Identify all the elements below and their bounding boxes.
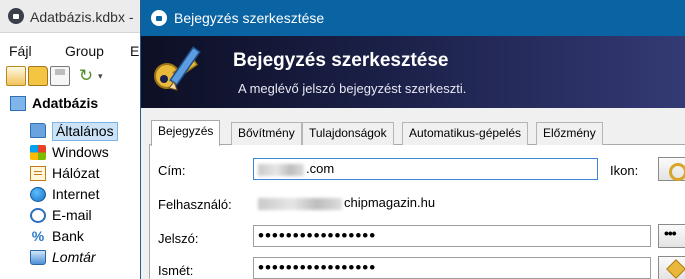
main-window-title: Adatbázis.kdbx - [30,9,134,25]
chevron-down-icon[interactable]: ▾ [98,66,106,86]
sync-icon[interactable]: ↻ [76,66,96,86]
toolbar: ↻ ▾ [0,64,160,90]
repeat-password-label: Ismét: [158,263,194,278]
dialog-title: Bejegyzés szerkesztése [174,10,325,26]
keepass-lock-icon [8,8,24,24]
password-label: Jelszó: [158,231,199,246]
key-pencil-icon [154,46,201,91]
username-value: chipmagazin.hu [344,195,436,210]
tab-entry[interactable]: Bejegyzés [151,120,221,146]
entry-icon-button[interactable] [658,157,685,181]
globe-icon [30,187,46,202]
tree-root-label: Adatbázis [32,95,99,111]
generate-password-button[interactable] [658,256,685,279]
tab-strip: Bejegyzés Bővítmény Tulajdonságok Automa… [149,120,685,146]
repeat-password-value: ••••••••••••••••• [258,258,377,277]
username-field[interactable]: chipmagazin.hu [253,192,685,214]
tree-item-label: Internet [52,186,100,202]
tree-item-label: Lomtár [52,249,96,265]
title-field[interactable]: .com [253,158,598,180]
dialog-banner: Bejegyzés szerkesztése A meglévő jelszó … [141,36,685,108]
save-icon[interactable] [50,66,70,86]
tab-history[interactable]: Előzmény [536,122,603,145]
redacted-text [258,163,304,176]
icon-label: Ikon: [610,163,639,178]
edit-entry-dialog: Bejegyzés szerkesztése Bejegyzés szerkes… [140,0,685,279]
lock-icon [151,10,167,26]
entry-tab-panel: Cím: .com Ikon: Felhasználó: chipmagazin… [149,145,685,279]
dialog-titlebar[interactable]: Bejegyzés szerkesztése [141,0,685,36]
tab-properties[interactable]: Tulajdonságok [302,122,394,145]
tree-item-label: Hálózat [52,165,100,181]
password-field[interactable]: ••••••••••••••••• [253,225,651,247]
new-database-icon[interactable] [6,66,26,86]
redacted-text [258,197,342,210]
menubar: Fájl Group Er [0,40,160,62]
database-folder-icon [10,96,26,111]
tree-item-label: Bank [52,228,84,244]
tree-item-label: Windows [52,144,109,160]
banner-title: Bejegyzés szerkesztése [233,50,449,71]
username-label: Felhasználó: [158,197,232,212]
main-window: Adatbázis.kdbx - Fájl Group Er ↻ ▾ Adatb… [0,0,160,279]
password-value: ••••••••••••••••• [258,226,377,245]
show-password-button[interactable]: ••• [658,224,685,248]
network-icon [30,166,46,181]
email-icon [30,208,46,223]
tab-extension[interactable]: Bővítmény [231,122,302,145]
tree-item-label: E-mail [52,207,92,223]
tab-auto-type[interactable]: Automatikus-gépelés [402,122,529,145]
bank-icon: % [31,228,45,244]
title-value: .com [306,161,335,176]
folder-icon [30,123,46,138]
main-titlebar[interactable]: Adatbázis.kdbx - [0,0,160,33]
open-folder-icon[interactable] [28,66,48,86]
tree-item-label: Általános [52,122,118,141]
trash-icon [30,250,46,265]
title-label: Cím: [158,163,186,178]
windows-icon [30,145,46,160]
menu-group[interactable]: Group [65,43,104,59]
banner-subtitle: A meglévő jelszó bejegyzést szerkeszti. [238,81,467,96]
repeat-password-field[interactable]: ••••••••••••••••• [253,257,651,279]
menu-file[interactable]: Fájl [9,43,32,59]
